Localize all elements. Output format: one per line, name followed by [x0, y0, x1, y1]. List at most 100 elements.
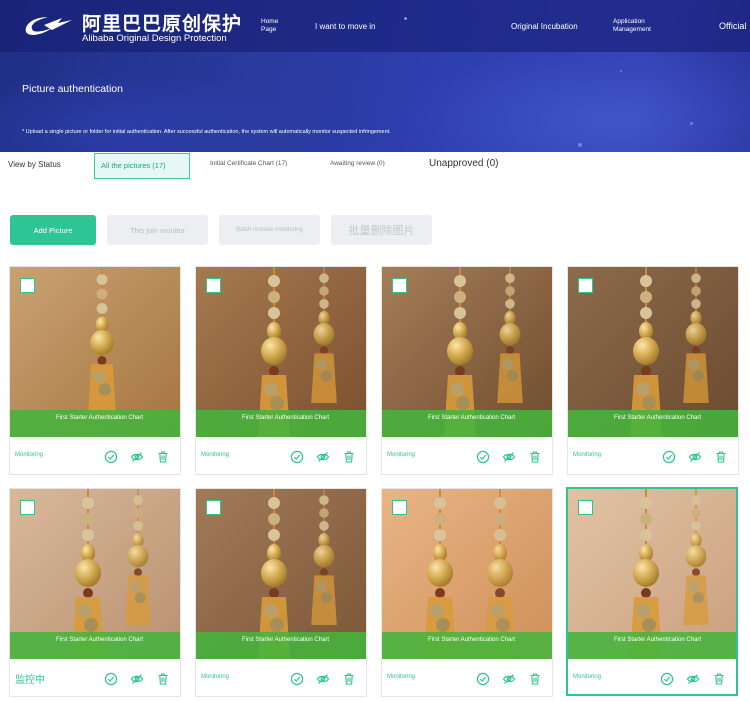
- add-picture-button[interactable]: Add Picture: [10, 215, 96, 245]
- certificate-ribbon: First Starter Authentication Chart: [196, 632, 366, 659]
- card-actions: [662, 450, 728, 464]
- card-actions: [290, 672, 356, 686]
- eye-icon[interactable]: [316, 672, 330, 686]
- batch-remove-monitoring-button[interactable]: Batch remove monitoring: [219, 215, 320, 245]
- picture-card[interactable]: First Starter Authentication Chart Monit…: [566, 487, 738, 696]
- trash-icon[interactable]: [714, 450, 728, 464]
- nav-application-management[interactable]: Application Management: [613, 0, 673, 52]
- ribbon-label: First Starter Authentication Chart: [56, 415, 144, 421]
- eye-icon[interactable]: [502, 672, 516, 686]
- certificate-ribbon: First Starter Authentication Chart: [568, 410, 738, 437]
- certificate-icon[interactable]: [290, 450, 304, 464]
- picture-card[interactable]: First Starter Authentication Chart Monit…: [381, 488, 553, 697]
- alibaba-logo-icon: [25, 17, 72, 35]
- batch-delete-button[interactable]: 批量删除图片: [331, 215, 432, 245]
- picture-card[interactable]: First Starter Authentication Chart 监控中: [9, 488, 181, 697]
- ribbon-label: First Starter Authentication Chart: [242, 637, 330, 643]
- alibaba-logo[interactable]: 阿里巴巴原创保护 Alibaba Original Design Protect…: [22, 8, 242, 46]
- eye-icon[interactable]: [130, 672, 144, 686]
- banner-sparkle: [578, 143, 582, 147]
- certificate-icon[interactable]: [660, 672, 674, 686]
- monitoring-status: Monitoring: [573, 674, 602, 680]
- trash-icon[interactable]: [342, 450, 356, 464]
- checkbox-icon[interactable]: [206, 500, 221, 515]
- nav-home[interactable]: Home Page: [261, 0, 291, 52]
- certificate-ribbon: First Starter Authentication Chart: [196, 410, 366, 437]
- eye-icon[interactable]: [688, 450, 702, 464]
- card-footer: 监控中: [10, 659, 180, 698]
- certificate-icon[interactable]: [104, 450, 118, 464]
- picture-card[interactable]: First Starter Authentication Chart Monit…: [9, 266, 181, 475]
- banner-sparkle: [690, 122, 693, 125]
- picture-card[interactable]: First Starter Authentication Chart Monit…: [195, 266, 367, 475]
- eye-icon[interactable]: [130, 450, 144, 464]
- certificate-icon[interactable]: [476, 672, 490, 686]
- picture-card[interactable]: First Starter Authentication Chart Monit…: [195, 488, 367, 697]
- tab-all-pictures[interactable]: All the pictures (17): [94, 153, 190, 179]
- trash-icon[interactable]: [156, 672, 170, 686]
- monitoring-status: Monitoring: [201, 452, 230, 458]
- checkbox-icon[interactable]: [206, 278, 221, 293]
- monitoring-status: Monitoring: [201, 674, 230, 680]
- banner-sparkle: [620, 70, 622, 72]
- eye-icon[interactable]: [502, 450, 516, 464]
- nav-move-in[interactable]: I want to move in: [315, 0, 375, 52]
- trash-icon[interactable]: [528, 450, 542, 464]
- checkbox-icon[interactable]: [392, 278, 407, 293]
- certificate-icon[interactable]: [662, 450, 676, 464]
- status-tabs: View by Status All the pictures (17) Ini…: [0, 152, 750, 182]
- card-actions: [104, 672, 170, 686]
- card-footer: Monitoring: [382, 659, 552, 698]
- certificate-icon[interactable]: [476, 450, 490, 464]
- certificate-ribbon: First Starter Authentication Chart: [382, 632, 552, 659]
- nav-official[interactable]: Official: [719, 0, 746, 52]
- card-actions: [104, 450, 170, 464]
- logo-english-text: Alibaba Original Design Protection: [82, 33, 227, 44]
- banner-glow: [400, 40, 750, 152]
- eye-icon[interactable]: [686, 672, 700, 686]
- checkbox-icon[interactable]: [578, 500, 593, 515]
- checkbox-icon[interactable]: [578, 278, 593, 293]
- logo-chinese-text: 阿里巴巴原创保护: [82, 14, 243, 35]
- checkbox-icon[interactable]: [20, 278, 35, 293]
- card-actions: [476, 672, 542, 686]
- card-actions: [290, 450, 356, 464]
- trash-icon[interactable]: [342, 672, 356, 686]
- ribbon-label: First Starter Authentication Chart: [428, 637, 516, 643]
- ribbon-label: First Starter Authentication Chart: [428, 415, 516, 421]
- certificate-icon[interactable]: [290, 672, 304, 686]
- picture-card[interactable]: First Starter Authentication Chart Monit…: [381, 266, 553, 475]
- tab-initial-certificate[interactable]: Initial Certificate Chart (17): [210, 160, 287, 167]
- card-actions: [660, 672, 726, 686]
- tab-awaiting-review[interactable]: Awaiting review (0): [330, 160, 385, 167]
- ribbon-label: First Starter Authentication Chart: [56, 637, 144, 643]
- monitoring-status: Monitoring: [573, 452, 602, 458]
- ribbon-label: First Starter Authentication Chart: [614, 415, 702, 421]
- card-footer: Monitoring: [10, 437, 180, 476]
- picture-card[interactable]: First Starter Authentication Chart Monit…: [567, 266, 739, 475]
- trash-icon[interactable]: [528, 672, 542, 686]
- card-footer: Monitoring: [196, 437, 366, 476]
- checkbox-icon[interactable]: [20, 500, 35, 515]
- certificate-ribbon: First Starter Authentication Chart: [568, 632, 736, 659]
- ribbon-label: First Starter Authentication Chart: [242, 415, 330, 421]
- page-title: Picture authentication: [22, 83, 123, 95]
- card-footer: Monitoring: [382, 437, 552, 476]
- page-description: * Upload a single picture or folder for …: [22, 129, 391, 135]
- eye-icon[interactable]: [316, 450, 330, 464]
- view-by-status-label: View by Status: [8, 160, 61, 169]
- card-footer: Monitoring: [568, 437, 738, 476]
- card-footer: Monitoring: [568, 659, 736, 698]
- join-monitor-button[interactable]: This join monitor: [107, 215, 208, 245]
- tab-unapproved[interactable]: Unapproved (0): [429, 158, 498, 169]
- card-footer: Monitoring: [196, 659, 366, 698]
- ribbon-label: First Starter Authentication Chart: [614, 637, 702, 643]
- top-nav-bar: 阿里巴巴原创保护 Alibaba Original Design Protect…: [0, 0, 750, 52]
- trash-icon[interactable]: [156, 450, 170, 464]
- certificate-icon[interactable]: [104, 672, 118, 686]
- nav-star-marker: *: [404, 15, 408, 25]
- checkbox-icon[interactable]: [392, 500, 407, 515]
- nav-original-incubation[interactable]: Original Incubation: [511, 0, 578, 52]
- monitoring-status: 监控中: [15, 675, 45, 686]
- trash-icon[interactable]: [712, 672, 726, 686]
